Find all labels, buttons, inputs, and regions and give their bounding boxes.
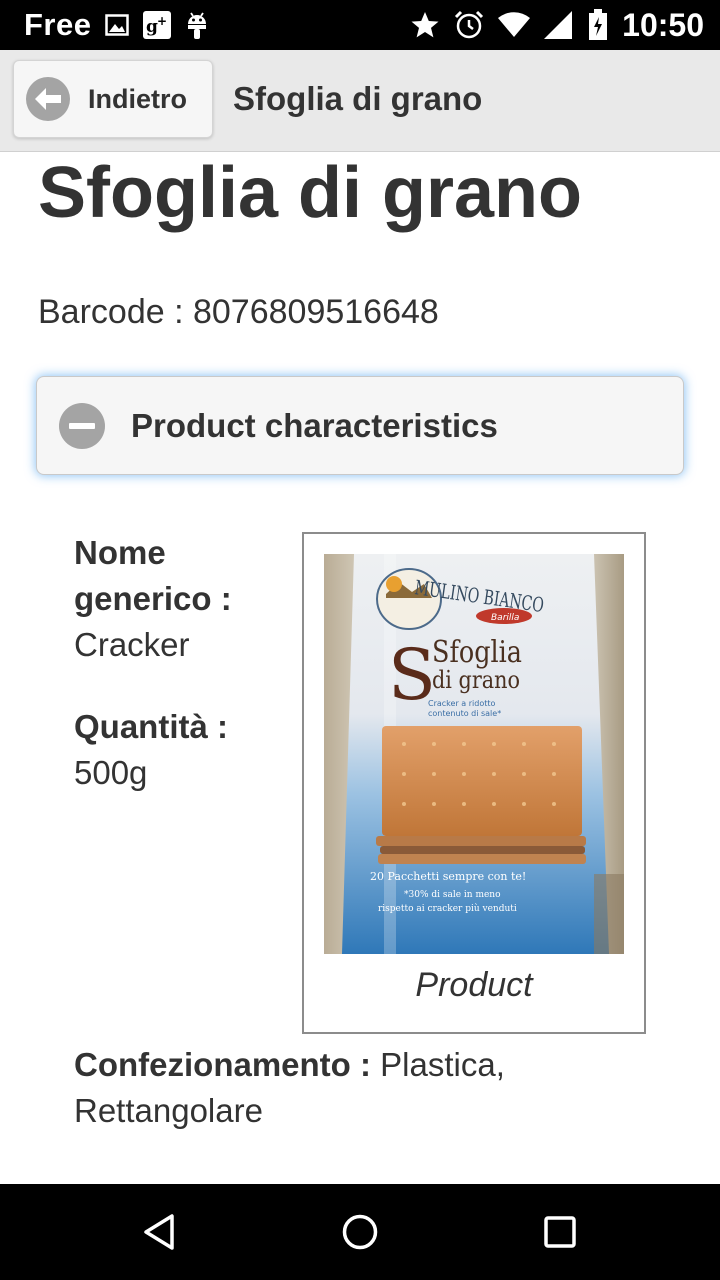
photo-bottom2: *30% di sale in meno <box>404 890 501 900</box>
product-characteristics-toggle[interactable]: Product characteristics <box>36 376 684 475</box>
image-caption: Product <box>415 966 533 1004</box>
photo-bottom3: rispetto ai cracker più venduti <box>378 903 517 914</box>
barcode-line: Barcode : 8076809516648 <box>38 293 439 332</box>
wifi-icon <box>498 12 531 38</box>
minus-circle-icon <box>59 402 105 449</box>
barcode-value: 8076809516648 <box>192 293 439 331</box>
back-triangle-icon[interactable] <box>136 1208 184 1256</box>
google-plus-icon: g + <box>143 11 172 39</box>
status-left: Free g + <box>24 7 209 43</box>
photo-sub1: Cracker a ridotto <box>428 699 495 708</box>
field-nome-generico: Nome generico : Cracker <box>74 530 284 668</box>
android-icon <box>185 10 209 40</box>
photo-sub2: contenuto di sale* <box>428 709 501 718</box>
star-icon <box>410 10 440 40</box>
barcode-separator: : <box>164 293 193 331</box>
field-confezionamento: Confezionamento : Plastica, Rettangolare <box>74 1042 674 1134</box>
product-image-frame: MULINO BIANCO Barilla S Sfoglia di grano… <box>302 532 646 1034</box>
arrow-left-icon <box>26 77 70 121</box>
navigation-bar <box>0 1184 720 1280</box>
app-header: Indietro Sfoglia di grano <box>0 50 720 152</box>
status-bar: Free g + 10:50 <box>0 0 720 50</box>
carrier-name: Free <box>24 7 92 42</box>
clock: 10:50 <box>622 6 704 43</box>
barcode-label: Barcode <box>38 293 165 331</box>
field-label: Confezionamento : <box>74 1046 371 1083</box>
back-button-label: Indietro <box>88 83 187 114</box>
home-circle-icon[interactable] <box>336 1208 384 1256</box>
field-quantita: Quantità : 500g <box>74 704 284 796</box>
photo-maker: Barilla <box>491 613 519 623</box>
signal-icon <box>544 11 574 39</box>
field-label: Nome generico : <box>74 534 232 617</box>
field-value: 500g <box>74 754 148 791</box>
page-title: Sfoglia di grano <box>38 153 583 233</box>
field-value: Cracker <box>74 626 190 663</box>
status-right: 10:50 <box>410 7 704 44</box>
photo-line2: di grano <box>432 666 520 694</box>
field-label: Quantità : <box>74 708 228 745</box>
section-label: Product characteristics <box>131 406 498 444</box>
photo-line1: Sfoglia <box>432 635 522 670</box>
battery-icon <box>588 9 608 41</box>
product-photo[interactable]: MULINO BIANCO Barilla S Sfoglia di grano… <box>324 554 624 954</box>
alarm-icon <box>454 10 484 40</box>
photo-bottom1: 20 Pacchetti sempre con te! <box>370 870 526 883</box>
svg-text:+: + <box>157 14 167 28</box>
image-icon <box>105 14 130 36</box>
header-title: Sfoglia di grano <box>233 80 483 117</box>
recents-square-icon[interactable] <box>536 1208 584 1256</box>
back-button[interactable]: Indietro <box>13 60 213 138</box>
